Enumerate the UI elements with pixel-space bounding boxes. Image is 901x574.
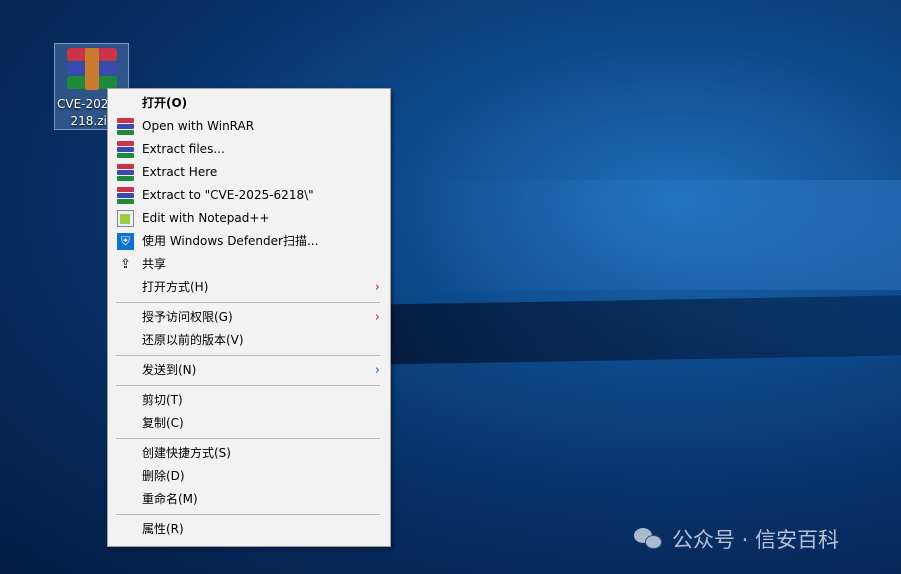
menu-item-defender-scan[interactable]: ⛨ 使用 Windows Defender扫描... bbox=[108, 230, 390, 253]
winrar-icon bbox=[117, 164, 134, 181]
winrar-archive-icon bbox=[67, 48, 117, 90]
menu-item-extract-files[interactable]: Extract files... bbox=[108, 138, 390, 161]
context-menu: 打开(O) Open with WinRAR Extract files... … bbox=[107, 88, 391, 547]
wallpaper-beam bbox=[380, 295, 901, 365]
wallpaper-light bbox=[420, 180, 901, 290]
separator bbox=[116, 355, 380, 356]
separator bbox=[116, 302, 380, 303]
menu-item-share[interactable]: ⇪ 共享 bbox=[108, 253, 390, 276]
winrar-icon bbox=[117, 141, 134, 158]
chevron-right-icon: › bbox=[374, 280, 380, 295]
chevron-right-icon: › bbox=[374, 310, 380, 325]
menu-item-restore-versions[interactable]: 还原以前的版本(V) bbox=[108, 329, 390, 352]
chevron-right-icon: › bbox=[374, 363, 380, 378]
watermark: 公众号 · 信安百科 bbox=[634, 524, 839, 554]
menu-item-properties[interactable]: 属性(R) bbox=[108, 518, 390, 541]
menu-item-delete[interactable]: 删除(D) bbox=[108, 465, 390, 488]
separator bbox=[116, 385, 380, 386]
wechat-icon bbox=[634, 528, 664, 550]
menu-item-rename[interactable]: 重命名(M) bbox=[108, 488, 390, 511]
menu-item-open-with-winrar[interactable]: Open with WinRAR bbox=[108, 115, 390, 138]
notepad-plus-plus-icon bbox=[117, 210, 134, 227]
separator bbox=[116, 438, 380, 439]
share-icon: ⇪ bbox=[120, 257, 131, 272]
menu-item-open-with[interactable]: 打开方式(H) › bbox=[108, 276, 390, 299]
menu-item-cut[interactable]: 剪切(T) bbox=[108, 389, 390, 412]
menu-item-copy[interactable]: 复制(C) bbox=[108, 412, 390, 435]
menu-item-create-shortcut[interactable]: 创建快捷方式(S) bbox=[108, 442, 390, 465]
menu-item-send-to[interactable]: 发送到(N) › bbox=[108, 359, 390, 382]
menu-item-edit-notepad[interactable]: Edit with Notepad++ bbox=[108, 207, 390, 230]
menu-item-extract-to[interactable]: Extract to "CVE-2025-6218\" bbox=[108, 184, 390, 207]
menu-item-extract-here[interactable]: Extract Here bbox=[108, 161, 390, 184]
winrar-icon bbox=[117, 118, 134, 135]
menu-item-give-access[interactable]: 授予访问权限(G) › bbox=[108, 306, 390, 329]
windows-defender-shield-icon: ⛨ bbox=[117, 233, 134, 250]
winrar-icon bbox=[117, 187, 134, 204]
separator bbox=[116, 514, 380, 515]
menu-item-open[interactable]: 打开(O) bbox=[108, 92, 390, 115]
